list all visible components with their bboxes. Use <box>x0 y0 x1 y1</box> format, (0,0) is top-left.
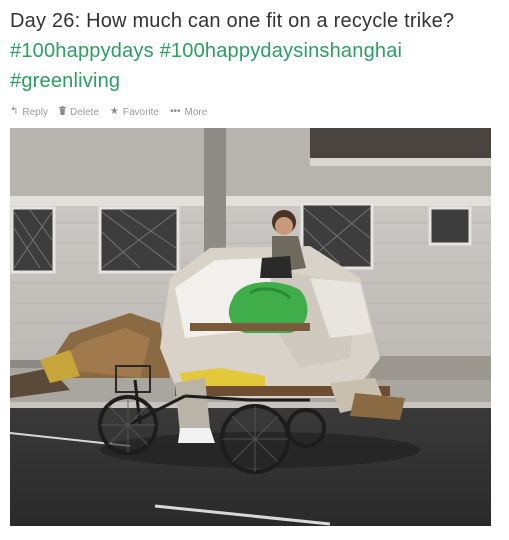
more-label: More <box>184 106 208 118</box>
reply-button[interactable]: ↰ Reply <box>10 107 48 118</box>
hashtag-100happydays[interactable]: #100happydays <box>10 40 154 62</box>
ellipsis-icon: ••• <box>169 106 181 117</box>
tweet-photo[interactable] <box>10 128 491 526</box>
delete-label: Delete <box>69 106 99 118</box>
favorite-label: Favorite <box>122 106 159 118</box>
more-button[interactable]: ••• More <box>170 107 207 118</box>
hashtag-greenliving[interactable]: #greenliving <box>10 70 120 92</box>
favorite-button[interactable]: ★ Favorite <box>110 107 159 118</box>
tweet-actions: ↰ Reply Delete ★ Favorite ••• More <box>10 104 218 120</box>
tweet-card: Day 26: How much can one fit on a recycl… <box>0 0 509 540</box>
reply-label: Reply <box>22 106 48 118</box>
star-icon: ★ <box>109 106 119 117</box>
hashtag-100happydaysinshanghai[interactable]: #100happydaysinshanghai <box>160 40 403 62</box>
tweet-text-body: Day 26: How much can one fit on a recycl… <box>10 10 455 32</box>
delete-button[interactable]: Delete <box>58 106 99 118</box>
tweet-text: Day 26: How much can one fit on a recycl… <box>10 6 500 96</box>
recycle-trike-photo <box>10 128 491 526</box>
trash-icon <box>58 106 66 118</box>
reply-arrow-icon: ↰ <box>10 106 19 117</box>
